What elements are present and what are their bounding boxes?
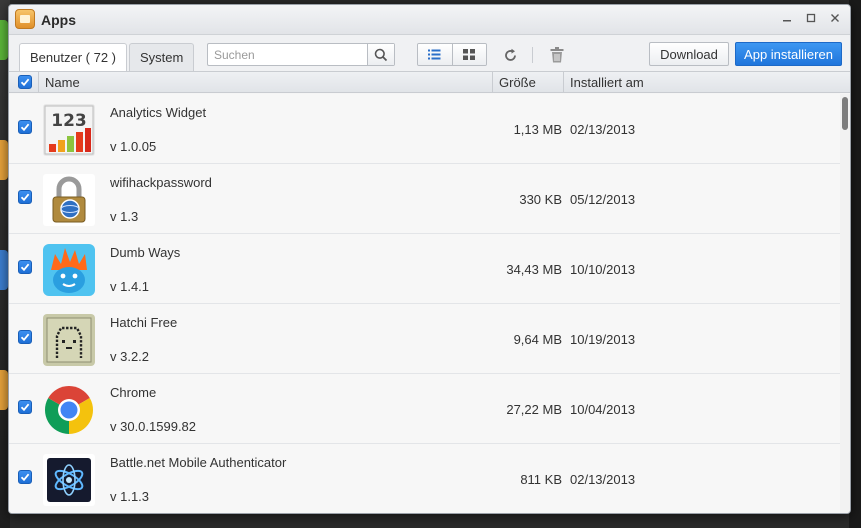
list-view-button[interactable] bbox=[418, 44, 452, 65]
column-header-installed[interactable]: Installiert am bbox=[570, 75, 644, 90]
toolbar-divider bbox=[532, 47, 533, 63]
search-input[interactable] bbox=[208, 44, 366, 65]
app-size: 9,64 MB bbox=[513, 332, 562, 347]
window-controls bbox=[780, 11, 842, 27]
app-install-date: 02/13/2013 bbox=[570, 472, 636, 487]
desktop-dock-item bbox=[0, 140, 8, 180]
hatchi-icon bbox=[43, 314, 95, 366]
checkmark-icon bbox=[20, 78, 30, 87]
app-name: Battle.net Mobile Authenticator bbox=[110, 455, 287, 470]
header-divider bbox=[563, 72, 564, 93]
table-row[interactable]: 123 Analytics Widget v 1.0.05 1,13 MB 02… bbox=[9, 94, 842, 164]
checkmark-icon bbox=[20, 473, 30, 482]
download-button[interactable]: Download bbox=[649, 42, 729, 66]
select-all-checkbox[interactable] bbox=[18, 75, 32, 89]
maximize-icon[interactable] bbox=[804, 11, 818, 27]
app-install-date: 10/19/2013 bbox=[570, 332, 636, 347]
refresh-button[interactable] bbox=[499, 44, 521, 66]
app-install-date: 05/12/2013 bbox=[570, 192, 636, 207]
search-button[interactable] bbox=[367, 44, 394, 65]
toolbar: Benutzer ( 72 ) System Suchen Download A… bbox=[9, 35, 850, 71]
checkmark-icon bbox=[20, 123, 30, 132]
app-version: v 1.4.1 bbox=[110, 279, 150, 294]
app-name: Dumb Ways bbox=[110, 245, 181, 260]
delete-button[interactable] bbox=[546, 44, 568, 66]
table-row[interactable]: Hatchi Free v 3.2.2 9,64 MB 10/19/2013 bbox=[9, 304, 842, 374]
app-name: Analytics Widget bbox=[110, 105, 207, 120]
table-row[interactable]: Dumb Ways v 1.4.1 34,43 MB 10/10/2013 bbox=[9, 234, 842, 304]
trash-icon bbox=[550, 47, 564, 63]
header-divider bbox=[38, 72, 39, 93]
app-name: wifihackpassword bbox=[110, 175, 212, 190]
app-name: Hatchi Free bbox=[110, 315, 178, 330]
search-icon bbox=[374, 48, 388, 61]
app-version: v 30.0.1599.82 bbox=[110, 419, 197, 434]
tab-user[interactable]: Benutzer ( 72 ) bbox=[19, 43, 127, 71]
table-row[interactable]: wifihackpassword v 1.3 330 KB 05/12/2013 bbox=[9, 164, 842, 234]
column-header-name[interactable]: Name bbox=[45, 75, 80, 90]
tab-system[interactable]: System bbox=[129, 43, 195, 71]
refresh-icon bbox=[504, 48, 516, 61]
checkmark-icon bbox=[20, 263, 30, 272]
app-version: v 1.0.05 bbox=[110, 139, 157, 154]
app-size: 330 KB bbox=[519, 192, 562, 207]
chrome-icon bbox=[43, 384, 95, 436]
padlock-icon bbox=[43, 174, 95, 226]
app-version: v 1.1.3 bbox=[110, 489, 150, 504]
app-name: Chrome bbox=[110, 385, 157, 400]
app-size: 34,43 MB bbox=[506, 262, 562, 277]
checkmark-icon bbox=[20, 403, 30, 412]
dumb-ways-icon bbox=[43, 244, 95, 296]
package-icon bbox=[15, 9, 35, 29]
install-app-button[interactable]: App installieren bbox=[735, 42, 842, 66]
view-toggle bbox=[417, 43, 487, 66]
row-checkbox[interactable] bbox=[18, 120, 32, 134]
svg-text:123: 123 bbox=[51, 111, 87, 131]
table-header: Name Größe Installiert am bbox=[9, 71, 850, 93]
header-divider bbox=[492, 72, 493, 93]
app-size: 1,13 MB bbox=[513, 122, 562, 137]
grid-view-button[interactable] bbox=[451, 44, 486, 65]
desktop-dock-item bbox=[0, 20, 8, 60]
app-list: 123 Analytics Widget v 1.0.05 1,13 MB 02… bbox=[9, 94, 842, 513]
grid-view-icon bbox=[463, 49, 476, 60]
app-install-date: 02/13/2013 bbox=[570, 122, 636, 137]
scrollbar-thumb[interactable] bbox=[842, 97, 848, 130]
app-version: v 3.2.2 bbox=[110, 349, 150, 364]
window-title: Apps bbox=[41, 12, 76, 28]
title-bar[interactable]: Apps bbox=[9, 5, 850, 35]
app-install-date: 10/10/2013 bbox=[570, 262, 636, 277]
app-version: v 1.3 bbox=[110, 209, 139, 224]
table-row[interactable]: Battle.net Mobile Authenticator v 1.1.3 … bbox=[9, 444, 842, 513]
desktop-dock-item bbox=[0, 370, 8, 410]
checkmark-icon bbox=[20, 333, 30, 342]
desktop-dock-item bbox=[0, 250, 8, 290]
row-checkbox[interactable] bbox=[18, 400, 32, 414]
checkmark-icon bbox=[20, 193, 30, 202]
app-size: 811 KB bbox=[520, 472, 562, 487]
column-header-size[interactable]: Größe bbox=[499, 75, 536, 90]
battle-net-icon bbox=[43, 454, 95, 506]
app-size: 27,22 MB bbox=[506, 402, 562, 417]
minimize-icon[interactable] bbox=[780, 11, 794, 27]
app-install-date: 10/04/2013 bbox=[570, 402, 636, 417]
search-box bbox=[207, 43, 395, 66]
close-icon[interactable] bbox=[828, 11, 842, 27]
row-checkbox[interactable] bbox=[18, 260, 32, 274]
analytics-widget-icon: 123 bbox=[43, 104, 95, 156]
vertical-scrollbar[interactable] bbox=[840, 94, 850, 513]
row-checkbox[interactable] bbox=[18, 470, 32, 484]
row-checkbox[interactable] bbox=[18, 330, 32, 344]
apps-window: Apps Benutzer ( 72 ) System Suchen Downl… bbox=[8, 4, 851, 514]
table-row[interactable]: Chrome v 30.0.1599.82 27,22 MB 10/04/201… bbox=[9, 374, 842, 444]
list-view-icon bbox=[428, 49, 441, 60]
row-checkbox[interactable] bbox=[18, 190, 32, 204]
